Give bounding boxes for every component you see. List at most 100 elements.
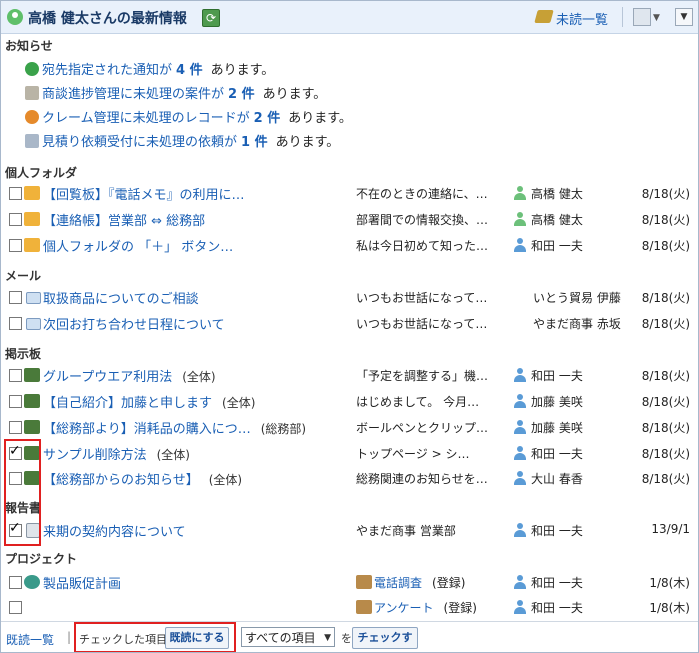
item-date: 8/18(火) [641,187,690,201]
item-checkbox[interactable] [9,239,22,252]
item-sender: 和田 一夫 [531,524,583,538]
item-checkbox[interactable] [9,421,22,434]
person-blue-icon [513,600,527,614]
item-date: 8/18(火) [641,291,690,305]
box-icon [356,575,372,589]
item-sender: 大山 春香 [531,472,583,486]
item-date: 8/18(火) [641,472,690,486]
item-title[interactable]: サンプル削除方法 (全体) [43,444,190,463]
item-title[interactable]: 【自己紹介】加藤と申します (全体) [43,392,255,411]
list-item: 【総務部より】消耗品の購入につ… (総務部) ボールペンとクリップ… 加藤 美咲 … [1,416,698,440]
person-blue-icon [513,471,527,485]
board-icon [24,420,40,434]
item-title[interactable]: 来期の契約内容について [43,521,186,540]
item-title[interactable]: グループウエア利用法 (全体) [43,366,216,385]
item-checkbox[interactable] [9,601,22,614]
section-personal: 個人フォルダ [5,166,78,180]
item-sender: 高橋 健太 [531,187,583,201]
person-blue-icon [513,368,527,382]
item-subtask[interactable]: 電話調査 (登録) [374,574,465,591]
wo-label: を [341,632,352,645]
item-title-text[interactable]: サンプル削除方法 [43,448,147,463]
item-checkbox[interactable] [9,291,22,304]
item-title-text[interactable]: 【自己紹介】加藤と申します [43,396,212,411]
item-title[interactable]: 【連絡帳】営業部 ⇔ 総務部 [43,210,205,229]
latest-info-portlet: 高橋 健太さんの最新情報 ⟳ 未読一覧 ▼ ▼ お知らせ 宛先指定された通知が 4… [0,0,699,653]
item-checkbox[interactable] [9,576,22,589]
folder-message-icon [24,238,40,252]
document-icon [25,134,39,148]
list-item: 個人フォルダの 「＋」 ボタン… 私は今日初めて知った… 和田 一夫 8/18(… [1,234,698,258]
item-sender: 和田 一夫 [531,447,583,461]
item-checkbox[interactable] [9,369,22,382]
item-title[interactable]: 製品販促計画 [43,573,121,592]
list-item: 取扱商品についてのご相談 いつもお世話になって… いとう貿易 伊藤 8/18(火… [1,286,698,310]
notice-item[interactable]: 宛先指定された通知が 4 件あります。 [25,59,274,79]
item-title-text[interactable]: 【総務部からのお知らせ】 [43,473,199,488]
folder-message-icon [24,212,40,226]
item-checkbox[interactable] [9,187,22,200]
list-item: 【回覧板】『電話メモ』の利用に… 不在のときの連絡に、… 高橋 健太 8/18(… [1,182,698,206]
item-sender: やまだ商事 赤坂 [533,317,621,331]
item-sender: 和田 一夫 [531,576,583,590]
item-title-text[interactable]: 【総務部より】消耗品の購入につ… [43,422,251,437]
subtask-link[interactable]: 電話調査 [374,576,422,590]
read-list-link[interactable]: 既読一覧 [6,631,54,648]
item-snippet: はじめまして。 今月… [356,395,480,409]
item-title[interactable]: 【総務部より】消耗品の購入につ… (総務部) [43,418,306,437]
board-icon [24,394,40,408]
item-date: 13/9/1 [651,522,690,536]
item-snippet: 総務関連のお知らせを… [356,472,488,486]
item-checkbox[interactable] [9,317,22,330]
subtask-link[interactable]: アンケート [374,601,434,615]
item-sender: 高橋 健太 [531,213,583,227]
person-green-icon [513,186,527,200]
item-subtask[interactable]: アンケート (登録) [374,599,477,616]
subtask-status: (登録) [432,576,466,590]
menu-button[interactable]: ▼ [675,8,693,26]
notice-item[interactable]: 見積り依頼受付に未処理の依頼が 1 件あります。 [25,131,339,151]
item-date: 8/18(火) [641,395,690,409]
item-date: 8/18(火) [641,447,690,461]
item-title[interactable]: 【総務部からのお知らせ】 (全体) [43,469,242,488]
board-icon [24,368,40,382]
user-icon [7,9,23,25]
item-date: 8/18(火) [641,317,690,331]
unread-list-link[interactable]: 未読一覧 [556,9,608,28]
section-mail: メール [5,269,42,283]
item-snippet: 私は今日初めて知った… [356,239,489,253]
item-sender: 和田 一夫 [531,239,583,253]
item-scope: (全体) [156,448,190,462]
user-select-button[interactable] [633,8,651,26]
item-snippet: いつもお世話になって… [356,317,488,331]
item-scope: (全体) [208,473,243,487]
item-title[interactable]: 個人フォルダの 「＋」 ボタン… [43,236,233,255]
check-button[interactable]: チェックする [352,627,418,652]
item-date: 8/18(火) [641,421,690,435]
notice-item[interactable]: クレーム管理に未処理のレコードが 2 件あります。 [25,107,352,127]
item-title[interactable]: 【回覧板】『電話メモ』の利用に… [43,184,245,203]
chevron-down-icon[interactable]: ▼ [653,13,660,23]
item-title[interactable]: 取扱商品についてのご相談 [43,288,199,307]
item-title-text[interactable]: グループウエア利用法 [43,370,172,385]
person-blue-icon [513,420,527,434]
notice-item[interactable]: 商談進捗管理に未処理の案件が 2 件あります。 [25,83,326,103]
item-snippet: 部署間での情報交換、… [356,213,489,227]
person-blue-icon [513,394,527,408]
item-sender: 和田 一夫 [531,369,583,383]
box-icon [356,600,372,614]
person-blue-icon [513,575,527,589]
item-title[interactable]: 次回お打ち合わせ日程について [43,314,225,333]
refresh-icon[interactable]: ⟳ [202,9,220,27]
item-snippet: 「予定を調整する」機… [356,369,489,383]
section-notice: お知らせ [5,39,53,53]
item-scope-select[interactable]: すべての項目 [241,627,335,648]
person-blue-icon [513,446,527,460]
item-checkbox[interactable] [9,213,22,226]
folder-message-icon [24,186,40,200]
item-scope: (全体) [222,396,256,410]
section-board: 掲示板 [5,347,42,361]
item-checkbox[interactable] [9,395,22,408]
list-item: アンケート (登録) 和田 一夫 1/8(木) [1,596,698,620]
item-sender: いとう貿易 伊藤 [533,291,621,305]
